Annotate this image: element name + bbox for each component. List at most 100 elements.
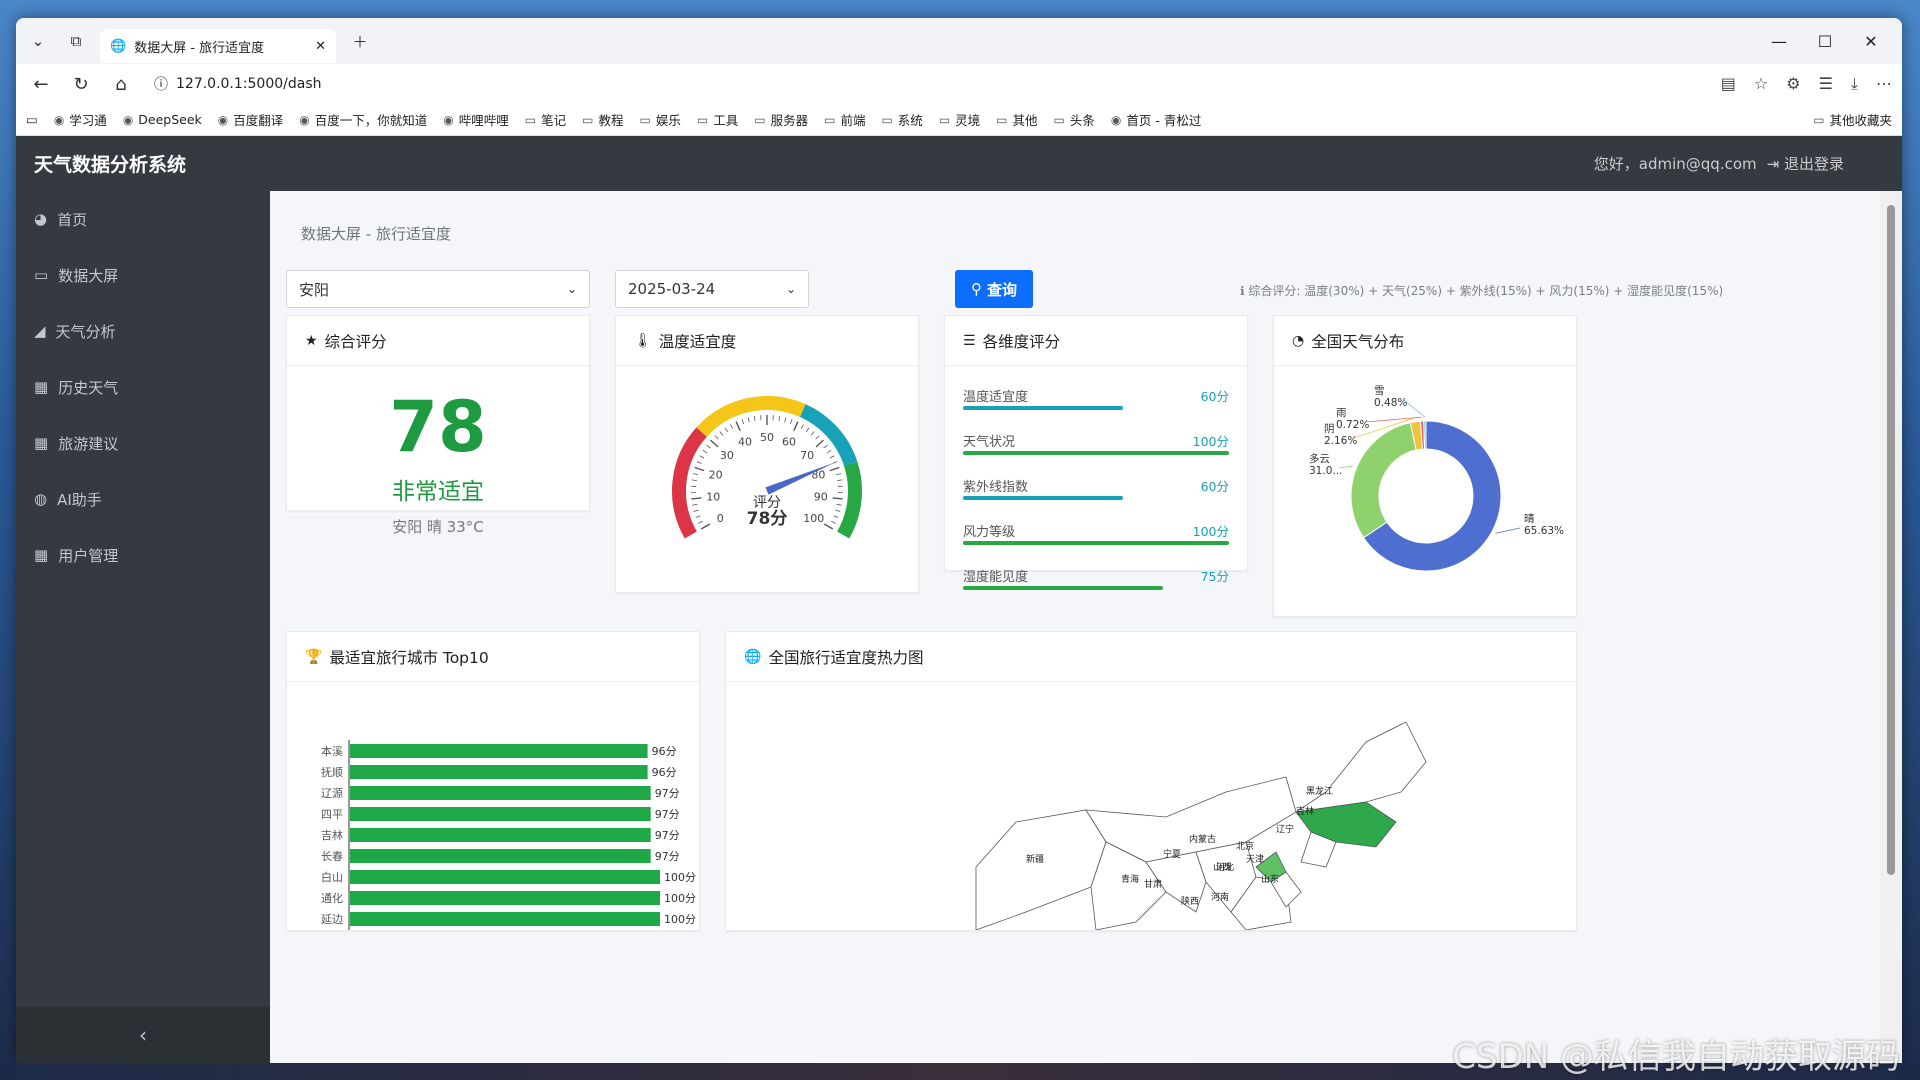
bookmark-item[interactable]: ◉ 首页 - 青松过 (1111, 110, 1201, 129)
bookmark-item[interactable]: ▭ 娱乐 (640, 110, 681, 129)
new-tab-icon[interactable]: ＋ (346, 27, 374, 55)
top10-bar-chart: 本溪 96分抚顺 96分辽源 97分四平 97分吉林 97分长春 97分白山 100分通化 10… (321, 740, 696, 930)
download-icon[interactable]: ⤓ (1851, 74, 1858, 94)
bookmark-item[interactable]: ◉ 学习通 (54, 110, 107, 129)
bookmark-item[interactable]: ▭ 教程 (582, 110, 623, 129)
refresh-icon[interactable]: ↻ (66, 69, 96, 99)
sidebar-toggle-icon[interactable]: ▭ (26, 112, 38, 127)
bookmark-item[interactable]: ▭ 其他 (996, 110, 1037, 129)
bar-category-label: 延边 (321, 913, 343, 926)
gauge-tick (810, 431, 815, 436)
bar[interactable] (350, 870, 660, 884)
date-select[interactable]: 2025-03-24 ⌄ (615, 270, 809, 308)
close-window-icon[interactable]: ✕ (1848, 24, 1894, 58)
map-region-label: 甘肃 (1144, 878, 1162, 890)
sidebar-item[interactable]: ▦ 历史天气 (16, 359, 270, 415)
favorite-icon[interactable]: ☆ (1754, 74, 1768, 94)
bar[interactable] (350, 912, 660, 926)
workspaces-icon[interactable]: ⧉ (62, 27, 90, 55)
address-input[interactable]: ⓘ 127.0.0.1:5000/dash (146, 69, 1586, 99)
bookmark-item[interactable]: ▭ 系统 (881, 110, 922, 129)
bookmark-item[interactable]: ◉ 百度一下，你就知道 (299, 110, 427, 129)
app: 天气数据分析系统 您好，admin@qq.com ⇥ 退出登录 ◕ 首页 ▭ 数据大屏… (16, 136, 1902, 1063)
bar[interactable] (350, 891, 660, 905)
bookmark-label: 哔哩哔哩 (458, 113, 509, 128)
formula-text: 综合评分: 温度(30%) + 天气(25%) + 紫外线(15%) + 风力(… (1248, 284, 1724, 298)
sidebar-item[interactable]: ▦ 旅游建议 (16, 415, 270, 471)
logout-link[interactable]: ⇥ 退出登录 (1767, 153, 1844, 174)
sidebar-item[interactable]: ◢ 天气分析 (16, 303, 270, 359)
bookmark-item[interactable]: ▭ 笔记 (525, 110, 566, 129)
bookmark-label: 系统 (897, 113, 923, 128)
bookmark-item[interactable]: ▭ 头条 (1054, 110, 1095, 129)
bar-value-label: 97分 (655, 850, 680, 863)
reader-icon[interactable]: ▤ (1721, 74, 1736, 94)
toolbar-icons: ▤ ☆ ⚙ ☰ ⤓ ⋯ (1721, 74, 1892, 94)
watermark: CSDN @私信我自动获取源码 (1452, 1037, 1900, 1077)
sidebar-item[interactable]: ▦ 用户管理 (16, 527, 270, 583)
gauge-tick-label: 100 (803, 512, 824, 525)
list-icon: ☰ (963, 332, 976, 349)
more-icon[interactable]: ⋯ (1876, 74, 1892, 94)
bar[interactable] (350, 828, 651, 842)
extension-icon[interactable]: ⚙ (1786, 74, 1800, 94)
gauge-tick (698, 520, 703, 524)
city-select[interactable]: 安阳 ⌄ (286, 270, 590, 308)
bookmark-item[interactable]: ▭ 前端 (824, 110, 865, 129)
minimize-icon[interactable]: — (1756, 24, 1802, 58)
scrollbar-thumb[interactable] (1887, 205, 1895, 875)
tab-close-icon[interactable]: ✕ (315, 39, 326, 54)
globe-icon: 🌐 (744, 648, 762, 665)
brand-title[interactable]: 天气数据分析系统 (34, 150, 186, 177)
site-icon: ◉ (299, 112, 310, 127)
sidebar-item[interactable]: ◕ 首页 (16, 191, 270, 247)
folder-icon: ▭ (582, 112, 594, 127)
gauge-tick (696, 461, 702, 464)
bar[interactable] (350, 807, 651, 821)
info-icon[interactable]: ⓘ (154, 74, 168, 94)
dimension-bar-track (963, 496, 1229, 500)
bookmark-item[interactable]: ▭ 工具 (697, 110, 738, 129)
map-region-label: 山西 (1213, 862, 1231, 873)
maximize-icon[interactable]: ☐ (1802, 24, 1848, 58)
gauge-tick (823, 523, 834, 530)
back-icon[interactable]: ← (26, 69, 56, 99)
sidebar-item[interactable]: ◍ AI助手 (16, 471, 270, 527)
dimension-card-header: ☰ 各维度评分 (945, 316, 1247, 366)
bookmark-item[interactable]: ◉ DeepSeek (123, 112, 202, 127)
province-shape[interactable] (975, 809, 1107, 930)
bookmark-item[interactable]: ◉ 百度翻译 (218, 110, 284, 129)
bar-value-label: 100分 (664, 871, 696, 884)
gauge-tick (831, 520, 836, 524)
bar[interactable] (350, 765, 648, 779)
pie-slice[interactable] (1423, 420, 1427, 450)
china-heatmap[interactable]: 新疆黑龙江吉林辽宁内蒙古北京天津河北山西山东宁夏青海 甘肃陕西 河南 (726, 682, 1576, 930)
gauge-tick (714, 435, 719, 440)
active-tab[interactable]: 🌐 数据大屏 - 旅行适宜度 ✕ (100, 29, 336, 63)
bookmark-item[interactable]: ▭ 服务器 (754, 110, 808, 129)
bookmark-item[interactable]: ◉ 哔哩哔哩 (443, 110, 509, 129)
tab-list-icon[interactable]: ⌄ (24, 27, 52, 55)
other-bookmarks[interactable]: ▭ 其他收藏夹 (1813, 110, 1892, 129)
province-shape[interactable] (1295, 721, 1427, 813)
sidebar-item-label: AI助手 (57, 490, 102, 509)
page-scrollbar[interactable] (1880, 191, 1902, 1063)
gauge-band (696, 396, 806, 437)
gauge-tick (692, 473, 698, 476)
home-icon[interactable]: ⌂ (106, 69, 136, 99)
bar[interactable] (350, 744, 648, 758)
bar-value-label: 96分 (652, 766, 677, 779)
dimension-label: 温度适宜度 (963, 390, 1029, 405)
sidebar-item[interactable]: ▭ 数据大屏 (16, 247, 270, 303)
gauge-tick (833, 515, 839, 518)
pie-slice[interactable] (1350, 422, 1417, 539)
gauge-tick (741, 419, 745, 425)
gauge-tick (691, 497, 702, 500)
query-button[interactable]: ⚲ 查询 (955, 270, 1033, 308)
collections-icon[interactable]: ☰ (1819, 74, 1833, 94)
bar[interactable] (350, 849, 651, 863)
gauge-center-value: 78分 (747, 509, 788, 529)
bar[interactable] (350, 786, 651, 800)
sidebar-collapse-button[interactable]: ‹ (16, 1007, 270, 1063)
bookmark-item[interactable]: ▭ 灵境 (939, 110, 980, 129)
